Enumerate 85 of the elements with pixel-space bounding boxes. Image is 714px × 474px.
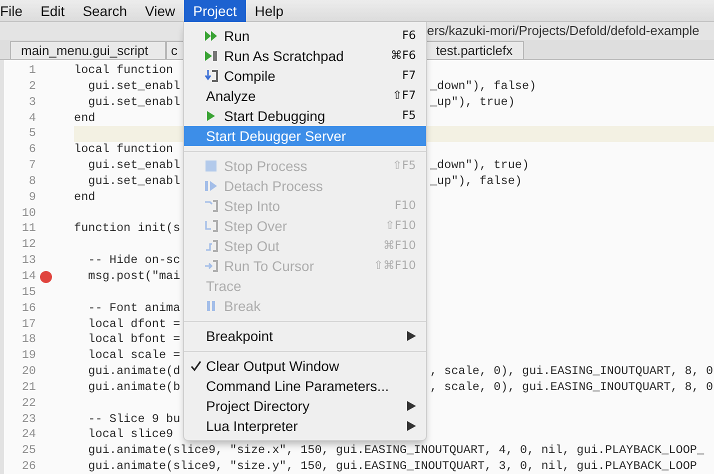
- code-text: local function: [74, 63, 174, 79]
- line-number: 17: [20, 316, 36, 332]
- line-number: 6: [28, 142, 36, 158]
- code-text: gui.animate(b: [87, 380, 180, 394]
- code-text: function init(s: [74, 221, 180, 238]
- line-number: 5: [28, 126, 36, 142]
- code-text: -- Font anima: [87, 300, 180, 316]
- code-text: _down"), true): [430, 158, 530, 174]
- breakpoint-marker[interactable]: [40, 270, 52, 283]
- line-number: 10: [20, 206, 36, 222]
- code-text: -- Slice 9 bu: [87, 412, 180, 428]
- pause-icon: [204, 299, 218, 313]
- line-number: 15: [20, 284, 36, 301]
- code-text: gui.set_enabl: [87, 158, 180, 172]
- code-text: gui.set_enabl: [87, 94, 180, 109]
- line-number: 18: [20, 332, 36, 348]
- code-text: local dfont =: [87, 316, 180, 332]
- menu-item[interactable]: Project Directory: [184, 396, 426, 416]
- code-text: _down"), false): [430, 78, 536, 95]
- line-number: 13: [20, 253, 36, 269]
- menu-bar-item[interactable]: File: [0, 0, 32, 22]
- line-number: 1: [28, 63, 36, 79]
- line-number: 12: [20, 237, 36, 254]
- line-number: 14: [20, 268, 36, 285]
- step-arrow-icon: [204, 219, 218, 233]
- menu-item[interactable]: Start Debugging F5: [184, 106, 426, 126]
- line-number: 26: [20, 459, 36, 474]
- line-number: 3: [28, 94, 36, 111]
- code-text: gui.set_enabl: [87, 78, 180, 93]
- line-number: 22: [20, 396, 36, 412]
- double-play-icon: [204, 29, 218, 43]
- code-text: local bfont =: [87, 332, 180, 348]
- code-text: end: [74, 190, 96, 206]
- line-number: 7: [28, 158, 36, 174]
- step-arrow-icon: [204, 239, 218, 253]
- menu-item[interactable]: Analyze ⇧F7: [184, 86, 426, 106]
- play-bar-icon: [204, 49, 218, 63]
- menu-item[interactable]: Run As Scratchpad ⌘F6: [184, 46, 426, 66]
- code-text: local function: [74, 142, 174, 158]
- code-text: _up"), false): [430, 174, 522, 190]
- menu-item[interactable]: Command Line Parameters...: [184, 376, 426, 396]
- line-number: 24: [20, 427, 36, 444]
- menu-bar-item[interactable]: Project: [184, 0, 246, 22]
- line-number: 25: [20, 443, 36, 460]
- menu-bar-item[interactable]: Edit: [32, 0, 74, 22]
- square-icon: [204, 159, 218, 173]
- line-number: 2: [28, 78, 36, 95]
- menu-item[interactable]: Clear Output Window: [184, 356, 426, 376]
- editor-tab[interactable]: test.particlefx: [425, 41, 524, 59]
- menu-item[interactable]: Compile F7: [184, 66, 426, 86]
- step-arrow-icon: [204, 199, 218, 213]
- checkmark-icon: [190, 360, 202, 372]
- menu-item[interactable]: Breakpoint: [184, 326, 426, 346]
- menu-bar-item[interactable]: Help: [246, 0, 293, 22]
- code-text: local scale =: [87, 348, 180, 364]
- line-number: 19: [20, 348, 36, 364]
- line-number: 8: [28, 174, 36, 190]
- code-text: end: [74, 110, 96, 126]
- line-number: 21: [20, 380, 36, 396]
- line-number: 4: [28, 110, 36, 126]
- menu-item[interactable]: Run F6: [184, 26, 426, 46]
- code-text: gui.animate(slice9, "size.x", 150, gui.EASING_INOUTQUART, 4, 0, nil, gui.PLAYBACK_LOOP_: [87, 443, 704, 460]
- code-text: msg.post("mai: [87, 268, 180, 285]
- code-text: _up"), true): [430, 94, 515, 111]
- line-number: 20: [20, 364, 36, 380]
- menu-bar-item[interactable]: View: [136, 0, 184, 22]
- menu-item[interactable]: Lua Interpreter: [184, 416, 426, 436]
- editor-tab[interactable]: main_menu.gui_script: [10, 41, 166, 59]
- down-arrow-bracket-icon: [204, 69, 218, 83]
- submenu-arrow-icon: [407, 331, 416, 341]
- line-number: 16: [20, 300, 36, 316]
- code-text: gui.animate(d: [87, 364, 180, 378]
- line-number: 9: [28, 190, 36, 206]
- file-path: ers/kazuki-mori/Projects/Defold/defold-example: [427, 23, 700, 38]
- code-text: local slice9: [87, 427, 174, 444]
- code-text: gui.animate(slice9, "size.y", 150, gui.EASING_INOUTQUART, 3, 0, nil, gui.PLAYBACK_LOOP: [87, 459, 697, 474]
- bar-triangle-icon: [204, 179, 218, 193]
- code-text: , scale, 0), gui.EASING_INOUTQUART, 8, 0: [430, 364, 714, 380]
- code-text: gui.set_enabl: [87, 174, 180, 188]
- menu-bar-item[interactable]: Search: [74, 0, 136, 22]
- arrow-bracket-icon: [204, 259, 218, 273]
- code-text: -- Hide on-sc: [87, 253, 180, 269]
- line-number: 23: [20, 412, 36, 428]
- code-text: , scale, 0), gui.EASING_INOUTQUART, 8, 0: [430, 380, 714, 396]
- line-number: 11: [20, 221, 36, 238]
